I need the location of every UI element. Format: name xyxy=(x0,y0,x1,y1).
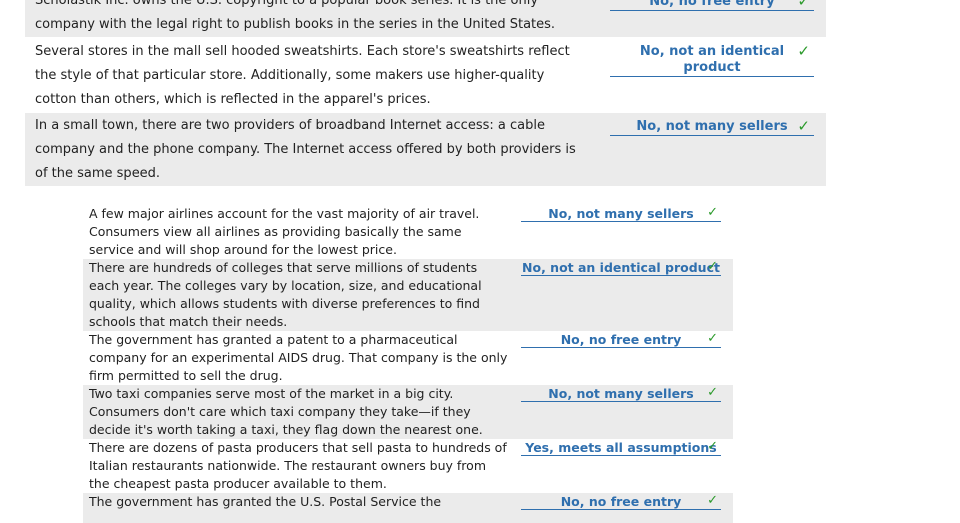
checkmark-icon: ✓ xyxy=(797,0,810,10)
question-text: The government has granted a patent to a… xyxy=(89,332,508,383)
bottom-questions-table: A few major airlines account for the vas… xyxy=(83,205,733,523)
table-row: The government has granted a patent to a… xyxy=(83,331,733,385)
answer-text: Yes, meets all assumptions xyxy=(525,440,717,455)
answer-select[interactable]: No, no free entry ✓ xyxy=(521,331,721,348)
checkmark-icon: ✓ xyxy=(797,42,810,60)
answer-select[interactable]: No, no free entry ✓ xyxy=(610,0,814,11)
checkmark-icon: ✓ xyxy=(707,259,718,274)
question-text: The government has granted the U.S. Post… xyxy=(89,494,442,509)
checkmark-icon: ✓ xyxy=(707,493,718,508)
table-row: Two taxi companies serve most of the mar… xyxy=(83,385,733,439)
table-row: There are hundreds of colleges that serv… xyxy=(83,259,733,331)
checkmark-icon: ✓ xyxy=(797,117,810,135)
table-row: In a small town, there are two providers… xyxy=(25,113,826,186)
question-text: There are dozens of pasta producers that… xyxy=(89,440,507,491)
answer-text: No, no free entry xyxy=(649,0,775,9)
checkmark-icon: ✓ xyxy=(707,205,718,220)
answer-text: No, no free entry xyxy=(560,494,682,509)
table-row: A few major airlines account for the vas… xyxy=(83,205,733,259)
question-text: Several stores in the mall sell hooded s… xyxy=(35,44,570,107)
table-row: The government has granted the U.S. Post… xyxy=(83,493,733,523)
answer-select[interactable]: No, no free entry ✓ xyxy=(521,493,721,510)
answer-select[interactable]: Yes, meets all assumptions ✓ xyxy=(521,439,721,456)
answer-text: No, not many sellers xyxy=(548,386,694,401)
answer-text: No, no free entry xyxy=(560,332,682,347)
top-questions-table: Scholastik Inc. owns the U.S. copyright … xyxy=(25,0,826,186)
checkmark-icon: ✓ xyxy=(707,385,718,400)
question-text: Scholastik Inc. owns the U.S. copyright … xyxy=(35,0,556,32)
answer-select[interactable]: No, not many sellers ✓ xyxy=(610,117,814,136)
checkmark-icon: ✓ xyxy=(707,439,718,454)
question-text: In a small town, there are two providers… xyxy=(35,118,576,181)
answer-select[interactable]: No, not many sellers ✓ xyxy=(521,385,721,402)
checkmark-icon: ✓ xyxy=(707,331,718,346)
table-row: There are dozens of pasta producers that… xyxy=(83,439,733,493)
answer-text: No, not many sellers xyxy=(548,206,694,221)
answer-select[interactable]: No, not many sellers ✓ xyxy=(521,205,721,222)
answer-select[interactable]: No, not an identical product ✓ xyxy=(610,42,814,77)
question-text: Two taxi companies serve most of the mar… xyxy=(89,386,483,437)
answer-text: No, not many sellers xyxy=(636,119,788,134)
table-row: Several stores in the mall sell hooded s… xyxy=(25,37,826,113)
question-text: A few major airlines account for the vas… xyxy=(89,206,480,257)
question-text: There are hundreds of colleges that serv… xyxy=(89,260,482,329)
answer-select[interactable]: No, not an identical product ✓ xyxy=(521,259,721,276)
answer-text: No, not an identical product xyxy=(639,44,785,75)
table-row: Scholastik Inc. owns the U.S. copyright … xyxy=(25,0,826,37)
answer-text: No, not an identical product xyxy=(522,260,720,275)
